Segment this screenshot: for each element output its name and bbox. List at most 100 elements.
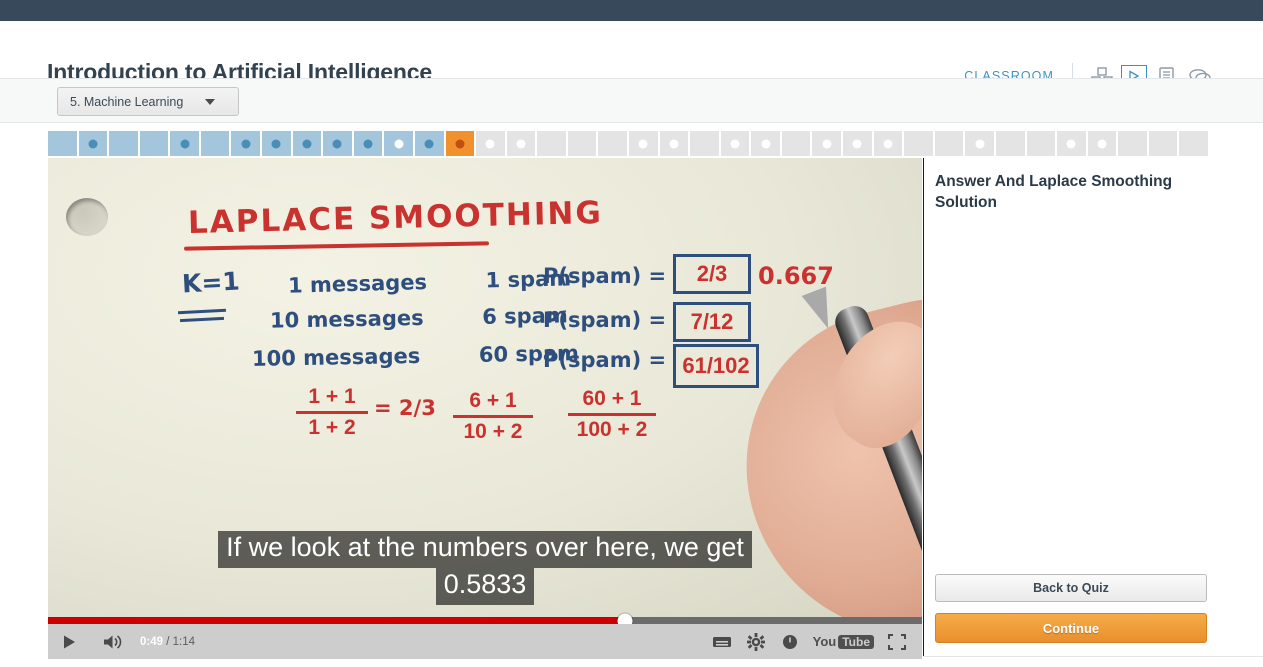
progress-segment-dot [332, 139, 342, 148]
subtitle-line: 0.5833 [435, 568, 535, 605]
progress-segment-12[interactable] [384, 131, 413, 156]
fraction-denominator: 1 + 2 [308, 416, 356, 440]
whiteboard-equation-label: P(spam) = [543, 264, 667, 288]
fraction-numerator: 60 + 1 [582, 387, 642, 410]
whiteboard-title: LAPLACE SMOOTHING [187, 194, 604, 242]
progress-segment-14[interactable] [445, 131, 475, 156]
lesson-sidebar: Answer And Laplace Smoothing Solution Ba… [923, 158, 1263, 656]
progress-segment-30[interactable] [934, 131, 964, 156]
continue-button[interactable]: Continue [935, 613, 1207, 643]
progress-segment-33[interactable] [1026, 131, 1056, 156]
row-count: 100 messages [251, 343, 421, 371]
progress-segment-4[interactable] [139, 131, 169, 156]
fraction-bar [296, 411, 368, 415]
video-subtitles: If we look at the numbers over here, we … [48, 531, 922, 605]
progress-segment-15[interactable] [476, 131, 505, 156]
progress-segment-1[interactable] [48, 131, 77, 156]
whiteboard-data-row: 1 messages 1 spam [288, 266, 572, 297]
progress-segment-35[interactable] [1087, 131, 1117, 156]
whiteboard-data-row: 100 messages 60 spam [252, 341, 579, 371]
current-time: 0:49 [140, 635, 164, 648]
progress-segment-6[interactable] [200, 131, 230, 156]
video-scrubber[interactable] [48, 613, 922, 628]
progress-segment-23[interactable] [720, 131, 750, 156]
back-to-quiz-button[interactable]: Back to Quiz [935, 574, 1207, 602]
row-count: 1 messages [287, 270, 428, 298]
progress-segment-26[interactable] [812, 131, 842, 156]
whiteboard-decimal-annotation: 0.667 [758, 262, 834, 290]
unit-bar: 5. Machine Learning [0, 78, 1263, 123]
progress-segment-5[interactable] [170, 131, 199, 156]
unit-dropdown-label: 5. Machine Learning [70, 94, 184, 109]
captions-icon[interactable] [705, 624, 739, 659]
youtube-logo-icon[interactable]: You Tube [813, 634, 874, 649]
progress-segment-3[interactable] [109, 131, 138, 156]
course-header: Introduction to Artificial Intelligence … [0, 21, 1263, 89]
progress-segment-20[interactable] [628, 131, 658, 156]
progress-segment-dot [669, 139, 679, 148]
progress-segment-dot [363, 139, 373, 148]
progress-segment-11[interactable] [353, 131, 383, 156]
time-separator: / [163, 635, 173, 648]
total-time: 1:14 [172, 635, 196, 648]
video-right-controls: You Tube [705, 624, 922, 659]
whiteboard-fraction: 60 + 1 100 + 2 [568, 387, 656, 441]
progress-segment-7[interactable] [231, 131, 261, 156]
progress-segment-2[interactable] [78, 131, 108, 156]
subtitle-line: If we look at the numbers over here, we … [218, 531, 752, 569]
whiteboard-k-underline-1 [177, 308, 227, 315]
youtube-tube-text: Tube [838, 634, 874, 649]
video-player[interactable]: LAPLACE SMOOTHING K=1 1 messages 1 spam … [48, 158, 922, 621]
whiteboard-boxed-value: 61/102 [673, 344, 759, 388]
progress-segment-29[interactable] [904, 131, 933, 156]
youtube-you-text: You [812, 634, 837, 649]
progress-segment-31[interactable] [965, 131, 994, 156]
progress-segment-dot [241, 139, 251, 148]
progress-segment-27[interactable] [843, 131, 872, 156]
progress-segment-dot [516, 139, 526, 148]
progress-segment-21[interactable] [659, 131, 689, 156]
progress-segment-10[interactable] [323, 131, 352, 156]
progress-segment-36[interactable] [1118, 131, 1147, 156]
progress-segment-9[interactable] [292, 131, 322, 156]
progress-segment-17[interactable] [537, 131, 566, 156]
whiteboard-fraction: 6 + 1 10 + 2 [453, 389, 533, 444]
progress-segment-38[interactable] [1179, 131, 1208, 156]
progress-segment-18[interactable] [567, 131, 597, 156]
progress-segment-13[interactable] [414, 131, 444, 156]
progress-segment-28[interactable] [873, 131, 903, 156]
progress-segment-19[interactable] [598, 131, 627, 156]
whiteboard-title-underline [183, 241, 490, 251]
whiteboard-boxed-value: 7/12 [673, 302, 751, 342]
unit-dropdown[interactable]: 5. Machine Learning [57, 87, 239, 116]
progress-segment-37[interactable] [1148, 131, 1178, 156]
info-icon[interactable] [773, 624, 807, 659]
progress-segment-32[interactable] [995, 131, 1025, 156]
fraction-bar [453, 415, 533, 419]
progress-segment-25[interactable] [781, 131, 811, 156]
progress-segment-dot [271, 139, 281, 148]
whiteboard-k-underline-2 [179, 316, 225, 323]
progress-segment-16[interactable] [506, 131, 536, 156]
play-icon[interactable] [48, 624, 90, 659]
volume-icon[interactable] [90, 624, 136, 659]
progress-segment-dot [455, 139, 465, 148]
progress-segment-dot [394, 139, 404, 148]
progress-segment-dot [424, 139, 434, 148]
progress-segment-dot [1066, 139, 1076, 148]
fullscreen-icon[interactable] [880, 624, 914, 659]
progress-segment-dot [302, 139, 312, 148]
app-top-bar [0, 0, 1263, 21]
progress-segment-22[interactable] [690, 131, 719, 156]
lesson-progress-strip [48, 131, 1208, 156]
progress-segment-dot [761, 139, 771, 148]
progress-segment-24[interactable] [751, 131, 780, 156]
gear-icon[interactable] [739, 624, 773, 659]
progress-segment-34[interactable] [1057, 131, 1086, 156]
fraction-denominator: 10 + 2 [463, 420, 523, 444]
progress-segment-8[interactable] [262, 131, 291, 156]
whiteboard-equation-label: P(spam) = [543, 348, 667, 372]
video-control-bar: 0:49 / 1:14 You Tube [48, 624, 922, 659]
progress-segment-dot [1097, 139, 1107, 148]
progress-segment-dot [180, 139, 190, 148]
